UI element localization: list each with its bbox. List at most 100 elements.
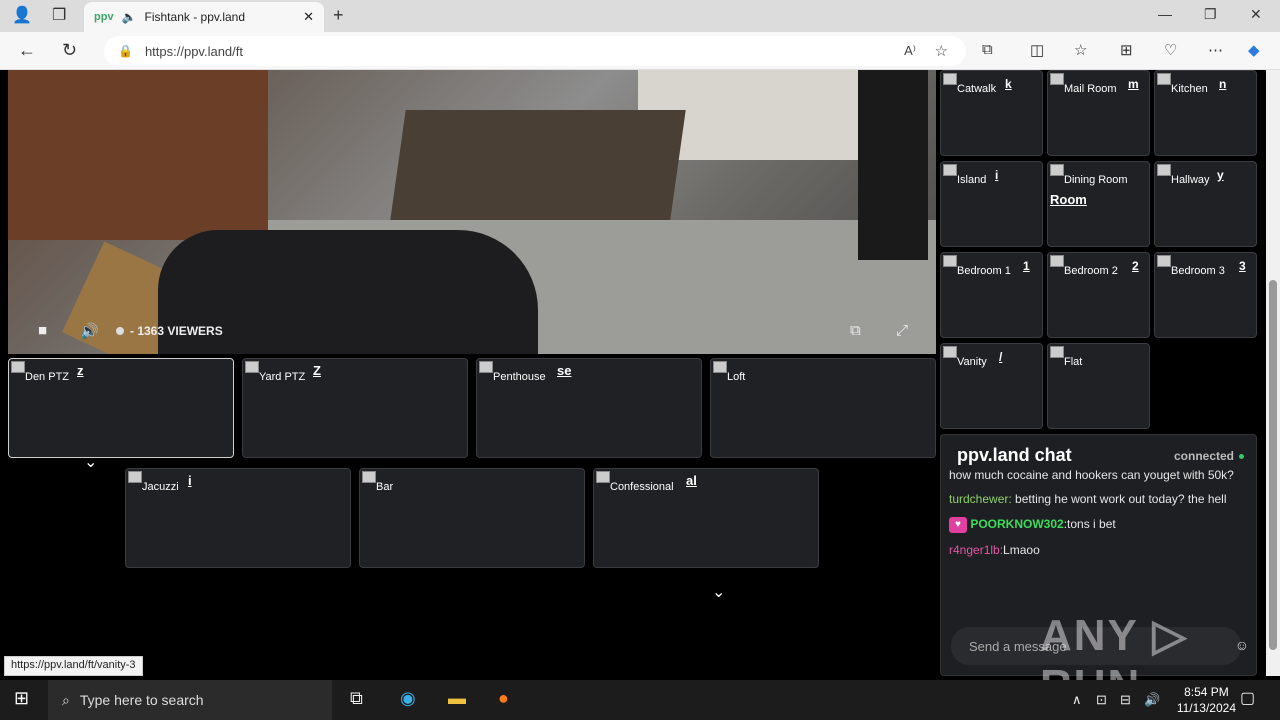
camera-confessional[interactable]: Confessional al xyxy=(593,468,819,568)
fullscreen-icon[interactable]: ⤢ xyxy=(896,322,908,339)
chat-status-text: connected xyxy=(1173,449,1234,463)
camera-overlay-text: y xyxy=(1217,168,1224,182)
chat-username[interactable]: POORKNOW302 xyxy=(970,517,1063,531)
camera-vanity[interactable]: Vanity / xyxy=(940,343,1043,429)
camera-loft[interactable]: Loft xyxy=(710,358,936,458)
chat-text: betting he wont work out today? the hell xyxy=(1015,492,1227,506)
edge-icon[interactable]: ◉ xyxy=(400,688,416,709)
clock-time: 8:54 PM xyxy=(1184,685,1229,699)
camera-label: Bar xyxy=(376,481,394,493)
camera-flat[interactable]: Flat xyxy=(1047,343,1150,429)
task-view-icon[interactable]: ⧉ xyxy=(350,688,363,709)
camera-bedroom-3[interactable]: Bedroom 3 3 xyxy=(1154,252,1257,338)
favorites-icon[interactable]: ☆ xyxy=(1074,41,1087,59)
camera-overlay-text: i xyxy=(995,168,999,182)
new-tab-button[interactable]: + xyxy=(333,5,344,26)
extensions-icon[interactable]: ⧉ xyxy=(982,41,993,58)
network-icon[interactable]: ⊡ xyxy=(1096,692,1107,708)
tab-bar: 👤 ❐ ppv 🔈 Fishtank - ppv.land ✕ + — ❐ ✕ xyxy=(0,0,1280,32)
split-screen-icon[interactable]: ◫ xyxy=(1030,41,1044,59)
status-bar-url: https://ppv.land/ft/vanity-3 xyxy=(4,656,143,676)
stop-icon[interactable]: ■ xyxy=(38,322,47,339)
camera-catwalk[interactable]: Catwalk k xyxy=(940,70,1043,156)
broken-image-icon xyxy=(1050,255,1064,267)
broken-image-icon xyxy=(1050,73,1064,85)
camera-dining-room[interactable]: Dining Room Room xyxy=(1047,161,1150,247)
broken-image-icon xyxy=(943,73,957,85)
camera-mail-room[interactable]: Mail Room m xyxy=(1047,70,1150,156)
scrollbar-thumb[interactable] xyxy=(1269,280,1277,650)
broken-image-icon xyxy=(943,255,957,267)
camera-jacuzzi[interactable]: Jacuzzi i xyxy=(125,468,351,568)
camera-label: Catwalk xyxy=(957,83,997,95)
wifi-icon[interactable]: ⊟ xyxy=(1120,692,1131,708)
broken-image-icon xyxy=(245,361,259,373)
chat-username[interactable]: r4nger1lb: xyxy=(949,543,1003,557)
camera-bar[interactable]: Bar xyxy=(359,468,585,568)
picture-in-picture-icon[interactable]: ⧉ xyxy=(850,322,861,339)
badge-heart-icon: ♥ xyxy=(949,516,967,533)
camera-overlay-text: n xyxy=(1219,77,1227,91)
firefox-icon[interactable]: ● xyxy=(498,688,509,709)
chat-username[interactable]: turdchewer: xyxy=(949,492,1012,506)
tray-chevron-icon[interactable]: ∧ xyxy=(1072,692,1082,708)
volume-icon[interactable]: 🔊 xyxy=(80,322,99,340)
camera-bedroom-2[interactable]: Bedroom 2 2 xyxy=(1047,252,1150,338)
collections-icon[interactable]: ⊞ xyxy=(1120,41,1133,59)
read-aloud-icon[interactable]: A⁾ xyxy=(904,43,916,59)
close-tab-icon[interactable]: ✕ xyxy=(303,9,314,25)
more-menu-icon[interactable]: ⋯ xyxy=(1208,41,1223,59)
camera-den-ptz[interactable]: Den PTZ z xyxy=(8,358,234,458)
camera-island[interactable]: Island i xyxy=(940,161,1043,247)
volume-tray-icon[interactable]: 🔊 xyxy=(1144,692,1160,708)
windows-start-icon[interactable]: ⊞ xyxy=(14,688,29,709)
video-scene-couch xyxy=(8,70,268,240)
sidebar-cameras: Catwalk k Mail Room m Kitchen n Island i… xyxy=(940,70,1262,676)
url-bar[interactable]: 🔒 https://ppv.land/ft A⁾ ☆ xyxy=(104,36,966,66)
chevron-down-icon[interactable]: ⌄ xyxy=(712,582,725,602)
camera-overlay-text: z xyxy=(77,363,84,378)
profile-icon[interactable]: 👤 xyxy=(12,5,32,25)
camera-label: Kitchen xyxy=(1171,83,1208,95)
viewer-count: - 1363 VIEWERS xyxy=(116,324,223,338)
copilot-icon[interactable]: ◆ xyxy=(1248,41,1260,59)
performance-icon[interactable]: ♡ xyxy=(1164,41,1177,59)
camera-yard-ptz[interactable]: Yard PTZ Z xyxy=(242,358,468,458)
status-dot-icon xyxy=(1239,453,1244,459)
camera-bedroom-1[interactable]: Bedroom 1 1 xyxy=(940,252,1043,338)
camera-overlay-text: m xyxy=(1128,77,1139,91)
taskbar-clock[interactable]: 8:54 PM 11/13/2024 xyxy=(1177,684,1236,716)
taskbar-search[interactable]: ⌕ Type here to search xyxy=(48,680,332,720)
camera-label: Island xyxy=(957,174,987,186)
tab-fishtank[interactable]: ppv 🔈 Fishtank - ppv.land ✕ xyxy=(84,2,324,32)
video-scene-person xyxy=(858,70,928,260)
back-icon[interactable]: ← xyxy=(18,40,36,61)
notification-icon[interactable]: ▢ xyxy=(1240,688,1255,708)
camera-label: Bedroom 1 xyxy=(957,265,1011,277)
broken-image-icon xyxy=(1050,346,1064,358)
camera-overlay-text: / xyxy=(999,350,1003,364)
search-placeholder: Type here to search xyxy=(79,692,204,708)
camera-overlay-text: se xyxy=(557,363,572,378)
favorite-star-icon[interactable]: ☆ xyxy=(935,42,948,60)
broken-image-icon xyxy=(128,471,142,483)
camera-kitchen[interactable]: Kitchen n xyxy=(1154,70,1257,156)
chat-text: :tons i bet xyxy=(1063,517,1116,531)
page-scrollbar[interactable] xyxy=(1266,70,1280,676)
tab-actions-icon[interactable]: ❐ xyxy=(52,5,66,25)
video-player[interactable]: ■ 🔊 - 1363 VIEWERS ⧉ ⤢ xyxy=(8,70,936,354)
restore-button[interactable]: ❐ xyxy=(1204,6,1217,23)
refresh-icon[interactable]: ↻ xyxy=(62,40,77,61)
camera-label: Mail Room xyxy=(1064,83,1117,95)
camera-hallway[interactable]: Hallway y xyxy=(1154,161,1257,247)
close-window-button[interactable]: ✕ xyxy=(1250,6,1262,23)
camera-penthouse[interactable]: Penthouse se xyxy=(476,358,702,458)
favicon-icon: ppv xyxy=(94,11,114,23)
file-explorer-icon[interactable]: ▬ xyxy=(448,688,466,709)
taskbar: ⊞ ⌕ Type here to search ⧉ ◉ ▬ ● ∧ ⊡ ⊟ 🔊 … xyxy=(0,680,1280,720)
minimize-button[interactable]: — xyxy=(1158,6,1172,22)
camera-overlay-text: Z xyxy=(313,363,321,378)
speaker-icon[interactable]: 🔈 xyxy=(122,10,137,24)
chat-status: connected xyxy=(1174,449,1244,463)
chevron-down-icon[interactable]: ⌄ xyxy=(84,452,97,472)
